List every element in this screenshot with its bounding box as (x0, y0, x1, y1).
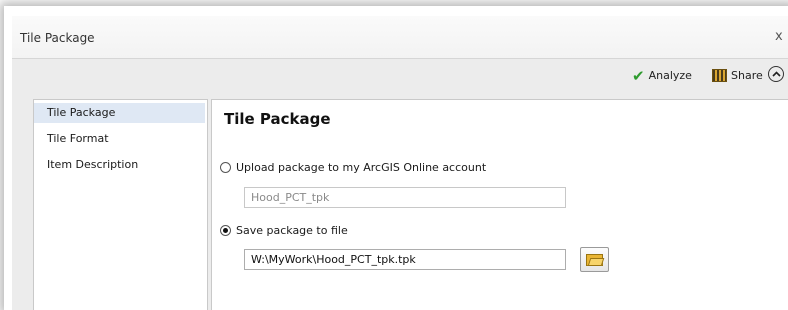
upload-option[interactable]: Upload package to my ArcGIS Online accou… (220, 161, 486, 174)
nav-item-tile-format[interactable]: Tile Format (34, 129, 205, 149)
upload-option-label: Upload package to my ArcGIS Online accou… (236, 161, 487, 174)
nav-item-tile-package[interactable]: Tile Package (34, 103, 205, 123)
analyze-button[interactable]: ✔ Analyze (632, 66, 692, 85)
panel-heading: Tile Package (224, 110, 331, 128)
analyze-label: Analyze (648, 69, 692, 82)
collapse-toolbar-button[interactable] (768, 66, 784, 82)
share-label: Share (731, 69, 763, 82)
folder-icon (586, 253, 605, 266)
tile-package-panel: Tile Package Upload package to my ArcGIS… (211, 99, 788, 310)
content-area: Tile Package Tile Format Item Descriptio… (12, 95, 788, 310)
window-title: Tile Package (20, 31, 95, 45)
save-option-label: Save package to file (236, 224, 348, 237)
upload-package-name-field[interactable]: Hood_PCT_tpk (244, 187, 566, 208)
save-radio[interactable] (220, 225, 231, 236)
tile-package-window: Tile Package x ✔ Analyze Share Tile Pack… (12, 16, 788, 310)
save-option[interactable]: Save package to file (220, 224, 348, 237)
save-path-field[interactable]: W:\MyWork\Hood_PCT_tpk.tpk (244, 249, 566, 270)
title-bar: Tile Package x (12, 16, 788, 59)
share-grid-icon (712, 69, 727, 82)
nav-item-item-description[interactable]: Item Description (34, 155, 205, 175)
toolbar: ✔ Analyze Share (12, 59, 788, 95)
chevron-up-icon (771, 71, 781, 77)
share-button[interactable]: Share (712, 69, 763, 82)
upload-radio[interactable] (220, 162, 231, 173)
browse-button[interactable] (580, 247, 609, 272)
close-button[interactable]: x (775, 29, 783, 44)
section-nav: Tile Package Tile Format Item Descriptio… (33, 99, 208, 310)
check-icon: ✔ (632, 66, 645, 85)
